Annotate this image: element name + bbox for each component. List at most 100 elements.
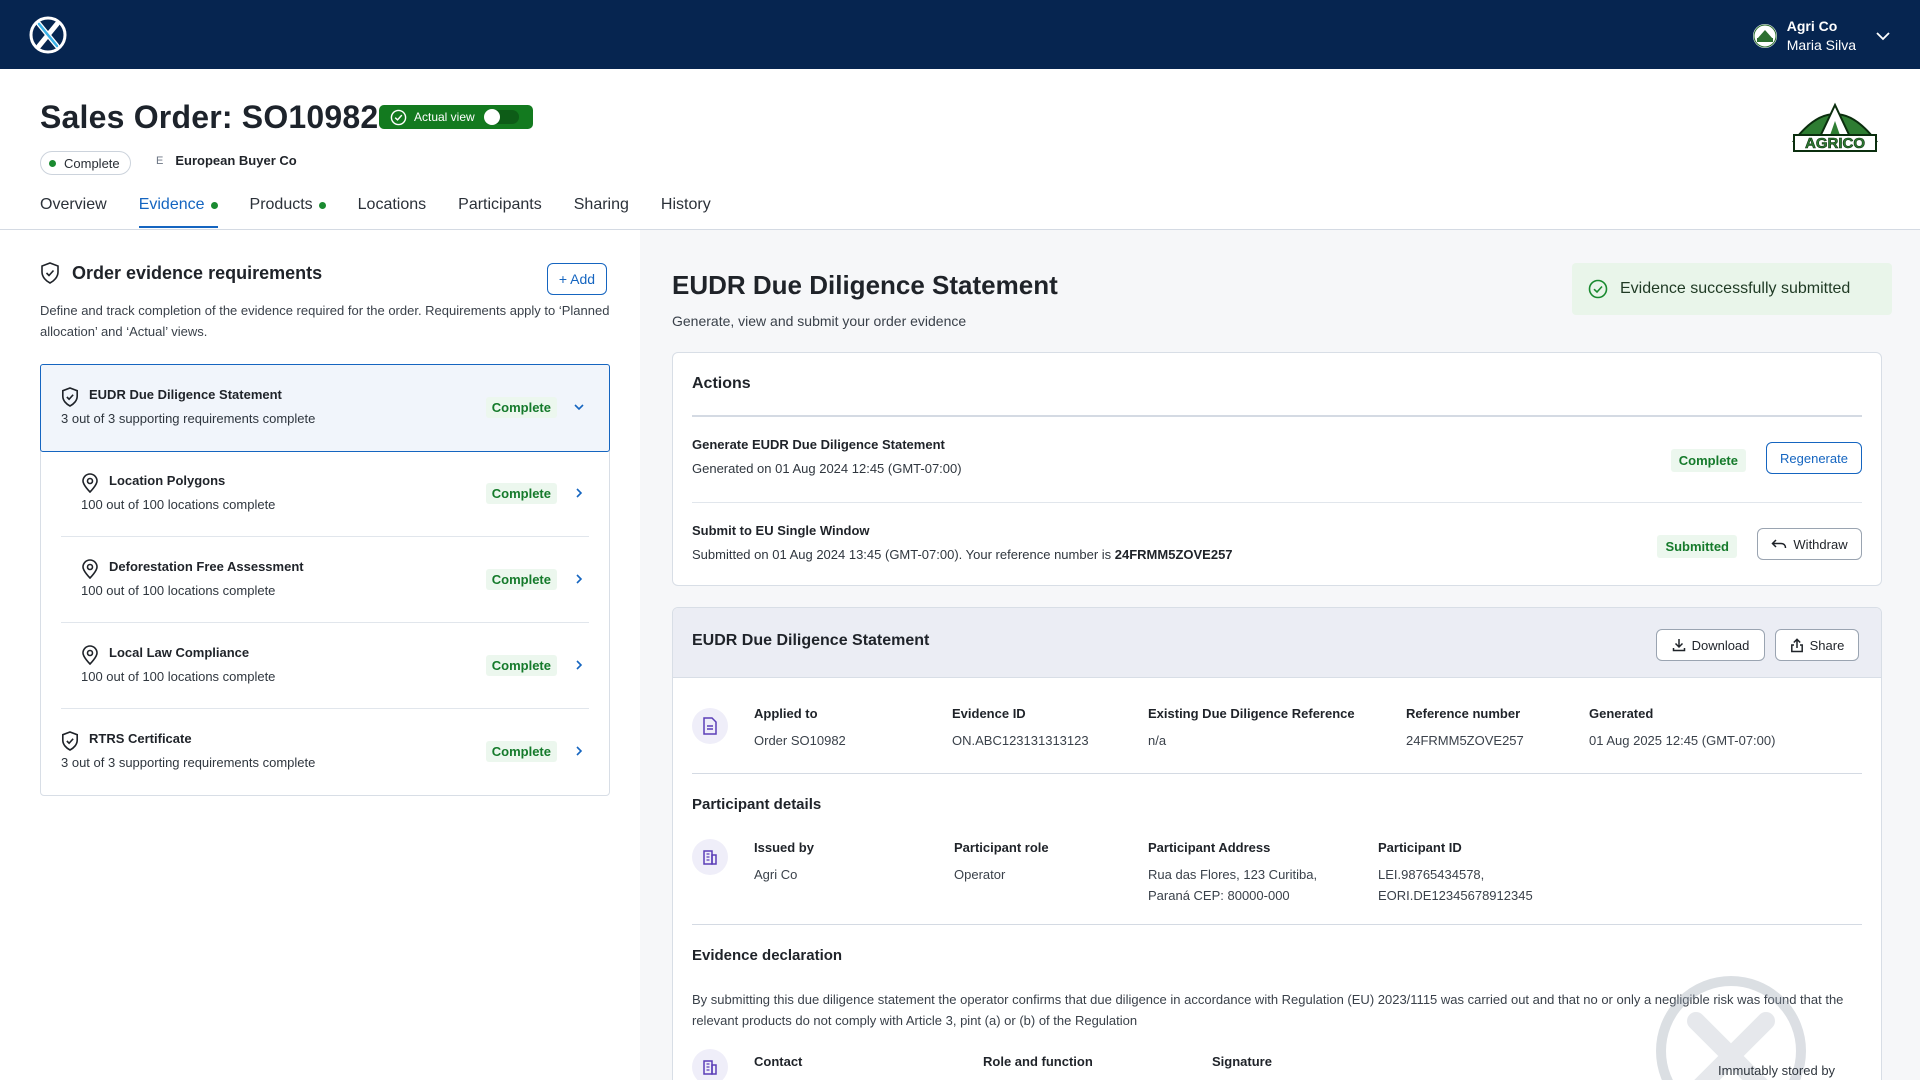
field-participant-address: Participant Address Rua das Flores, 123 … [1148,840,1317,906]
account-org: Agri Co [1786,18,1838,34]
participant-details-title: Participant details [692,796,822,813]
action-description-text: Submitted on 01 Aug 2024 13:45 (GMT-07:0… [692,547,1115,562]
field-label: Generated [1589,706,1654,721]
field-applied-to: Applied to Order SO10982 [754,706,846,751]
action-name: Generate EUDR Due Diligence Statement [692,437,945,452]
action-description: Submitted on 01 Aug 2024 13:45 (GMT-07:0… [692,547,1233,562]
agrico-logo: AGRICO [1791,102,1879,152]
requirement-detail: 100 out of 100 locations complete [81,669,276,684]
tab-participants[interactable]: Participants [458,190,542,228]
requirement-item-location-polygons[interactable]: Location Polygons 100 out of 100 locatio… [41,451,609,537]
field-value: Rua das Flores, 123 Curitiba, [1148,867,1318,882]
chevron-right-icon[interactable] [573,744,585,758]
field-label: Existing Due Diligence Reference [1148,706,1355,721]
chevron-down-icon[interactable] [1876,31,1890,41]
add-requirement-button[interactable]: + Add [547,263,607,295]
field-value: Agri Co [754,867,798,882]
tab-locations[interactable]: Locations [358,190,427,228]
tab-history[interactable]: History [661,190,711,228]
toast-message: Evidence successfully submitted [1620,280,1851,297]
chevron-down-icon[interactable] [573,400,585,414]
field-participant-id: Participant ID LEI.98765434578, EORI.DE1… [1378,840,1533,906]
field-signature: Signature [1212,1054,1272,1078]
field-reference-number: Reference number 24FRMM5ZOVE257 [1406,706,1524,751]
field-label: Participant Address [1148,840,1271,855]
chevron-right-icon[interactable] [573,572,585,586]
tab-label: Sharing [573,196,629,213]
shield-check-icon [61,731,79,751]
tab-indicator-dot [210,201,218,209]
buyer-initial: E [156,154,164,167]
field-label: Contact [754,1054,803,1069]
evidence-subtitle: Generate, view and submit your order evi… [672,313,967,329]
tab-sharing[interactable]: Sharing [574,190,629,228]
tab-indicator-dot [318,201,326,209]
requirement-item-local-law[interactable]: Local Law Compliance 100 out of 100 loca… [41,623,609,709]
field-value: Paraná CEP: 80000-000 [1148,888,1290,903]
order-header: Sales Order: SO10982 Actual view Complet… [0,69,1920,230]
action-row-generate: Generate EUDR Due Diligence Statement Ge… [692,417,1862,501]
evidence-title: EUDR Due Diligence Statement [672,270,1058,300]
brand-logo-text: AGRICO [1805,135,1865,152]
requirement-name: EUDR Due Diligence Statement [89,387,282,402]
field-contact: Contact [754,1054,802,1078]
download-button[interactable]: Download [1656,629,1765,661]
buyer-info: E European Buyer Co [156,153,297,168]
document-icon [692,708,728,744]
download-label: Download [1691,637,1750,653]
tab-evidence[interactable]: Evidence [138,190,218,228]
field-generated: Generated 01 Aug 2025 12:45 (GMT-07:00) [1589,706,1775,751]
field-value: ON.ABC123131313123 [952,733,1089,748]
divider [692,773,1862,774]
status-badge: Complete [485,655,557,676]
action-name: Submit to EU Single Window [692,523,870,538]
tab-label: Locations [357,196,427,213]
tab-bar: Overview Evidence Products Locations Par… [40,190,743,228]
chevron-right-icon[interactable] [573,658,585,672]
field-value: Operator [954,867,1006,882]
tab-overview[interactable]: Overview [40,190,107,228]
status-dot [49,159,56,167]
share-icon [1790,637,1803,652]
field-role-function: Role and function [983,1054,1093,1078]
location-pin-icon [82,645,98,665]
immutable-storage-text: Immutably stored by [1718,1063,1836,1078]
tab-label: Evidence [138,196,205,213]
shield-check-icon [61,387,79,407]
requirement-item-eudr[interactable]: EUDR Due Diligence Statement 3 out of 3 … [40,364,610,452]
app-logo-icon[interactable] [28,15,68,55]
requirement-detail: 3 out of 3 supporting requirements compl… [61,755,316,770]
reference-number: 24FRMM5ZOVE257 [1114,547,1233,562]
withdraw-button[interactable]: Withdraw [1757,528,1862,560]
action-row-submit: Submit to EU Single Window Submitted on … [692,502,1862,586]
tab-products[interactable]: Products [250,190,326,228]
status-badge: Complete [485,397,557,418]
actual-view-toggle[interactable]: Actual view [379,105,533,129]
tab-label: Products [249,196,313,213]
requirement-item-rtrs[interactable]: RTRS Certificate 3 out of 3 supporting r… [41,709,609,795]
shield-check-icon [41,262,59,284]
statement-header: EUDR Due Diligence Statement Download Sh… [673,608,1881,678]
regenerate-button[interactable]: Regenerate [1766,442,1862,474]
account-menu[interactable]: Agri Co Maria Silva [1752,17,1890,55]
status-badge: Complete [485,569,557,590]
evidence-declaration-title: Evidence declaration [692,947,843,964]
field-label: Issued by [754,840,814,855]
toggle-switch[interactable] [484,109,519,125]
statement-title: EUDR Due Diligence Statement [692,632,930,649]
share-button[interactable]: Share [1775,629,1859,661]
requirement-item-deforestation[interactable]: Deforestation Free Assessment 100 out of… [41,537,609,623]
tab-label: Overview [40,196,107,213]
buyer-name: European Buyer Co [175,153,297,168]
chevron-right-icon[interactable] [573,486,585,500]
requirement-detail: 100 out of 100 locations complete [81,497,276,512]
requirement-detail: 100 out of 100 locations complete [81,583,276,598]
status-text: Complete [64,155,120,171]
field-value: n/a [1148,733,1167,748]
requirements-title: Order evidence requirements [72,262,323,283]
statement-card: EUDR Due Diligence Statement Download Sh… [672,607,1882,1080]
actions-card: Actions Generate EUDR Due Diligence Stat… [672,352,1882,586]
status-badge: Complete [1670,449,1746,472]
field-label: Participant role [954,840,1049,855]
field-label: Evidence ID [952,706,1026,721]
